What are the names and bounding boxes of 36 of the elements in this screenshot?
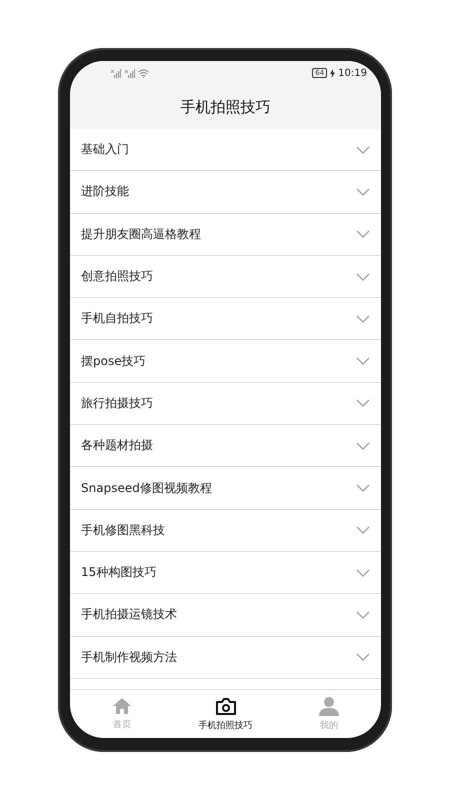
accordion-item[interactable]: 基础入门: [70, 129, 381, 172]
chevron-down-icon: [356, 399, 370, 408]
accordion-item[interactable]: 手机自拍技巧: [70, 298, 381, 340]
home-icon: [112, 697, 132, 715]
accordion-item[interactable]: 15种构图技巧: [70, 552, 381, 594]
chevron-down-icon: [356, 357, 370, 366]
chevron-down-icon: [356, 610, 370, 619]
chevron-down-icon: [356, 230, 370, 238]
accordion-item[interactable]: 手机制作视频方法: [70, 636, 381, 679]
camera-icon: [214, 696, 236, 716]
charging-icon: [330, 68, 336, 78]
chevron-down-icon: [356, 526, 370, 534]
signal-icon: [124, 68, 135, 78]
person-icon: [318, 696, 340, 716]
chevron-down-icon: [356, 314, 370, 323]
accordion-item[interactable]: 创意拍照技巧: [70, 256, 381, 298]
accordion-item[interactable]: 提升朋友圈高逼格教程: [70, 214, 381, 256]
accordion-item[interactable]: 摆pose技巧: [70, 340, 381, 383]
tab[interactable]: 手机拍照技巧: [174, 690, 278, 738]
accordion-item[interactable]: 进阶技能: [70, 171, 381, 214]
accordion-item[interactable]: 手机拍摄运镜技术: [70, 594, 381, 637]
accordion-item[interactable]: 各种题材拍摄: [70, 425, 381, 468]
page-title: 手机拍照技巧: [180, 98, 270, 116]
chevron-down-icon: [356, 272, 370, 281]
clock: 10:19: [338, 68, 367, 78]
chevron-down-icon: [356, 442, 370, 450]
accordion-item[interactable]: 手机修图黑科技: [70, 510, 381, 552]
chevron-down-icon: [356, 653, 370, 662]
accordion-item[interactable]: 旅行拍摄技巧: [70, 382, 381, 426]
chevron-down-icon: [356, 484, 370, 492]
wifi-icon: [138, 68, 149, 78]
accordion-item[interactable]: Snapseed修图视频教程: [70, 467, 381, 510]
chevron-down-icon: [356, 568, 370, 577]
signal-icon: [110, 68, 121, 78]
chevron-down-icon: [356, 146, 370, 154]
chevron-down-icon: [356, 188, 370, 196]
